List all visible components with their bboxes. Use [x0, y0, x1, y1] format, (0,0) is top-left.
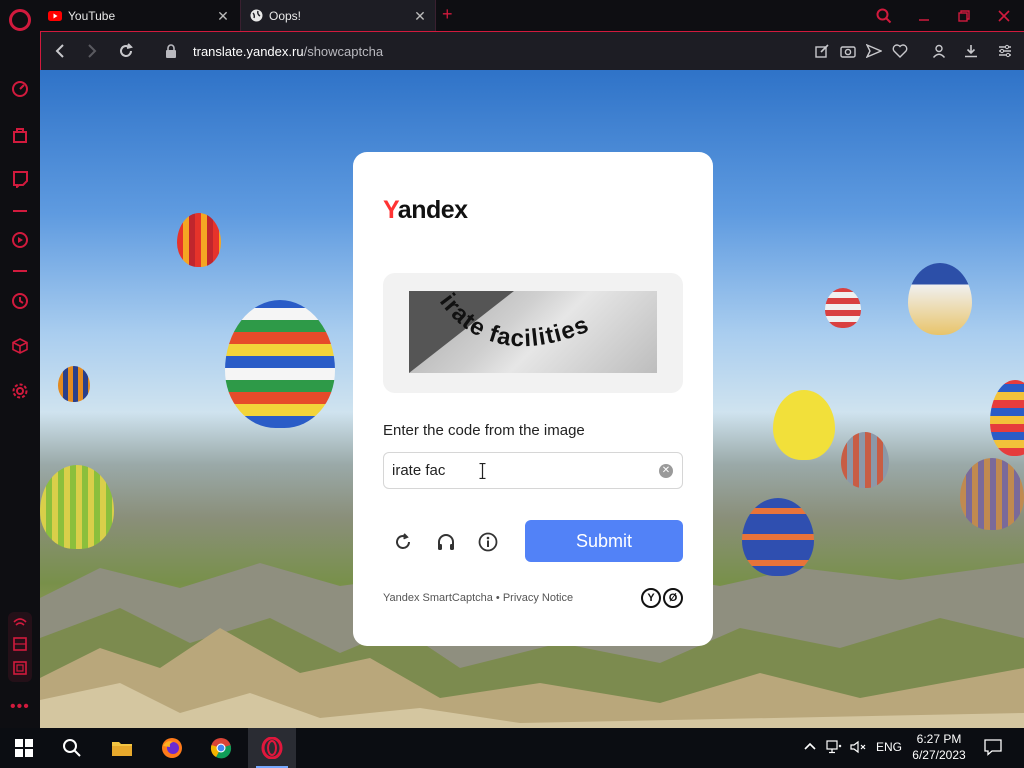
taskbar-clock[interactable]: 6:27 PM 6/27/2023 — [906, 731, 972, 763]
forward-arrow-icon[interactable] — [81, 40, 103, 62]
search-icon[interactable] — [58, 734, 86, 762]
youtube-icon — [48, 9, 62, 23]
camera-snapshot-icon[interactable] — [837, 40, 859, 62]
tab-active-oops[interactable]: Oops! ✕ — [240, 0, 436, 31]
captcha-image-panel: irate facilities — [383, 273, 683, 393]
new-tab-plus-icon[interactable]: + — [442, 4, 453, 25]
send-icon[interactable] — [863, 40, 885, 62]
refresh-captcha-icon[interactable] — [391, 530, 415, 554]
tab-youtube[interactable]: YouTube ✕ — [40, 0, 238, 31]
minimize-icon[interactable] — [904, 0, 944, 31]
profile-icon[interactable] — [928, 40, 950, 62]
balloon-graphic — [58, 366, 90, 402]
firefox-icon[interactable] — [158, 734, 186, 762]
info-icon[interactable] — [476, 530, 500, 554]
reload-icon[interactable] — [115, 40, 137, 62]
player-icon[interactable] — [9, 229, 31, 251]
balloon-graphic — [960, 458, 1024, 530]
tab-label: Oops! — [269, 8, 302, 23]
page-content: Yandex irate facilities Enter the code f… — [40, 70, 1024, 728]
balloon-graphic — [825, 288, 861, 328]
volume-muted-icon[interactable] — [850, 740, 866, 757]
balloon-graphic — [990, 380, 1024, 456]
submit-button[interactable]: Submit — [525, 520, 683, 562]
captcha-input[interactable] — [392, 458, 652, 482]
history-icon[interactable] — [9, 290, 31, 312]
balloon-graphic — [40, 465, 114, 549]
balloon-graphic — [225, 300, 335, 428]
close-window-icon[interactable] — [984, 0, 1024, 31]
sidebar-divider — [13, 210, 27, 212]
download-icon[interactable] — [960, 40, 982, 62]
shopping-icon[interactable] — [9, 124, 31, 146]
url-field[interactable]: translate.yandex.ru/showcaptcha — [145, 36, 825, 66]
speed-dial-icon[interactable] — [9, 78, 31, 100]
sidebar-divider — [13, 270, 27, 272]
smartcaptcha-circle-logo-icon: Ø — [663, 588, 683, 608]
network-icon[interactable] — [826, 740, 842, 757]
balloon-graphic — [742, 498, 814, 576]
balloon-graphic — [841, 432, 889, 488]
balloon-graphic — [773, 390, 835, 460]
chrome-icon[interactable] — [207, 734, 235, 762]
close-tab-icon[interactable]: ✕ — [413, 9, 427, 23]
globe-icon — [249, 9, 263, 23]
notifications-icon[interactable] — [984, 738, 1002, 759]
opera-gx-taskbar-active[interactable] — [248, 728, 296, 768]
twitch-icon[interactable] — [9, 168, 31, 190]
gx-control-panel[interactable] — [8, 612, 32, 682]
clock-date: 6/27/2023 — [912, 748, 966, 762]
balloon-graphic — [177, 213, 221, 267]
smartcaptcha-privacy-notice[interactable]: Yandex SmartCaptcha • Privacy Notice — [383, 592, 573, 604]
audio-captcha-headphones-icon[interactable] — [434, 530, 458, 554]
lock-icon[interactable] — [165, 44, 179, 58]
edit-icon[interactable] — [811, 40, 833, 62]
tray-chevron-up-icon[interactable] — [804, 740, 816, 754]
more-options-icon[interactable]: ••• — [10, 698, 30, 716]
browser-sidebar: ••• — [0, 0, 40, 728]
file-explorer-icon[interactable] — [108, 734, 136, 762]
restore-icon[interactable] — [944, 0, 984, 31]
text-cursor-icon — [479, 462, 486, 480]
smartcaptcha-logos: Y Ø — [641, 588, 683, 608]
easy-setup-menu-icon[interactable] — [994, 40, 1016, 62]
url-host: translate.yandex.ru — [193, 43, 304, 59]
close-tab-icon[interactable]: ✕ — [216, 9, 230, 23]
back-arrow-icon[interactable] — [49, 40, 71, 62]
search-tabs-icon[interactable] — [864, 0, 904, 31]
clock-time: 6:27 PM — [916, 732, 962, 746]
yandex-circle-logo-icon: Y — [641, 588, 661, 608]
captcha-input-container: ✕ — [383, 452, 683, 489]
balloon-graphic — [908, 263, 972, 335]
extensions-cube-icon[interactable] — [9, 335, 31, 357]
tab-label: YouTube — [68, 8, 116, 23]
captcha-card: Yandex irate facilities Enter the code f… — [353, 152, 713, 646]
tab-bar: YouTube ✕ Oops! ✕ + — [40, 0, 1024, 31]
settings-gear-icon[interactable] — [9, 380, 31, 402]
clear-input-icon[interactable]: ✕ — [659, 464, 673, 478]
captcha-image: irate facilities — [409, 291, 657, 373]
captcha-text: irate facilities — [434, 291, 592, 352]
windows-start-icon[interactable] — [10, 734, 38, 762]
heart-bookmark-icon[interactable] — [889, 40, 911, 62]
windows-taskbar: ENG 6:27 PM 6/27/2023 — [0, 728, 1024, 768]
captcha-prompt-label: Enter the code from the image — [383, 422, 585, 439]
yandex-logo: Yandex — [383, 196, 468, 224]
opera-logo-icon[interactable] — [9, 9, 31, 31]
url-path: /showcaptcha — [303, 43, 384, 59]
svg-text:irate facilities: irate facilities — [434, 291, 593, 352]
language-indicator[interactable]: ENG — [876, 740, 902, 754]
address-bar-row: translate.yandex.ru/showcaptcha — [40, 31, 1024, 70]
